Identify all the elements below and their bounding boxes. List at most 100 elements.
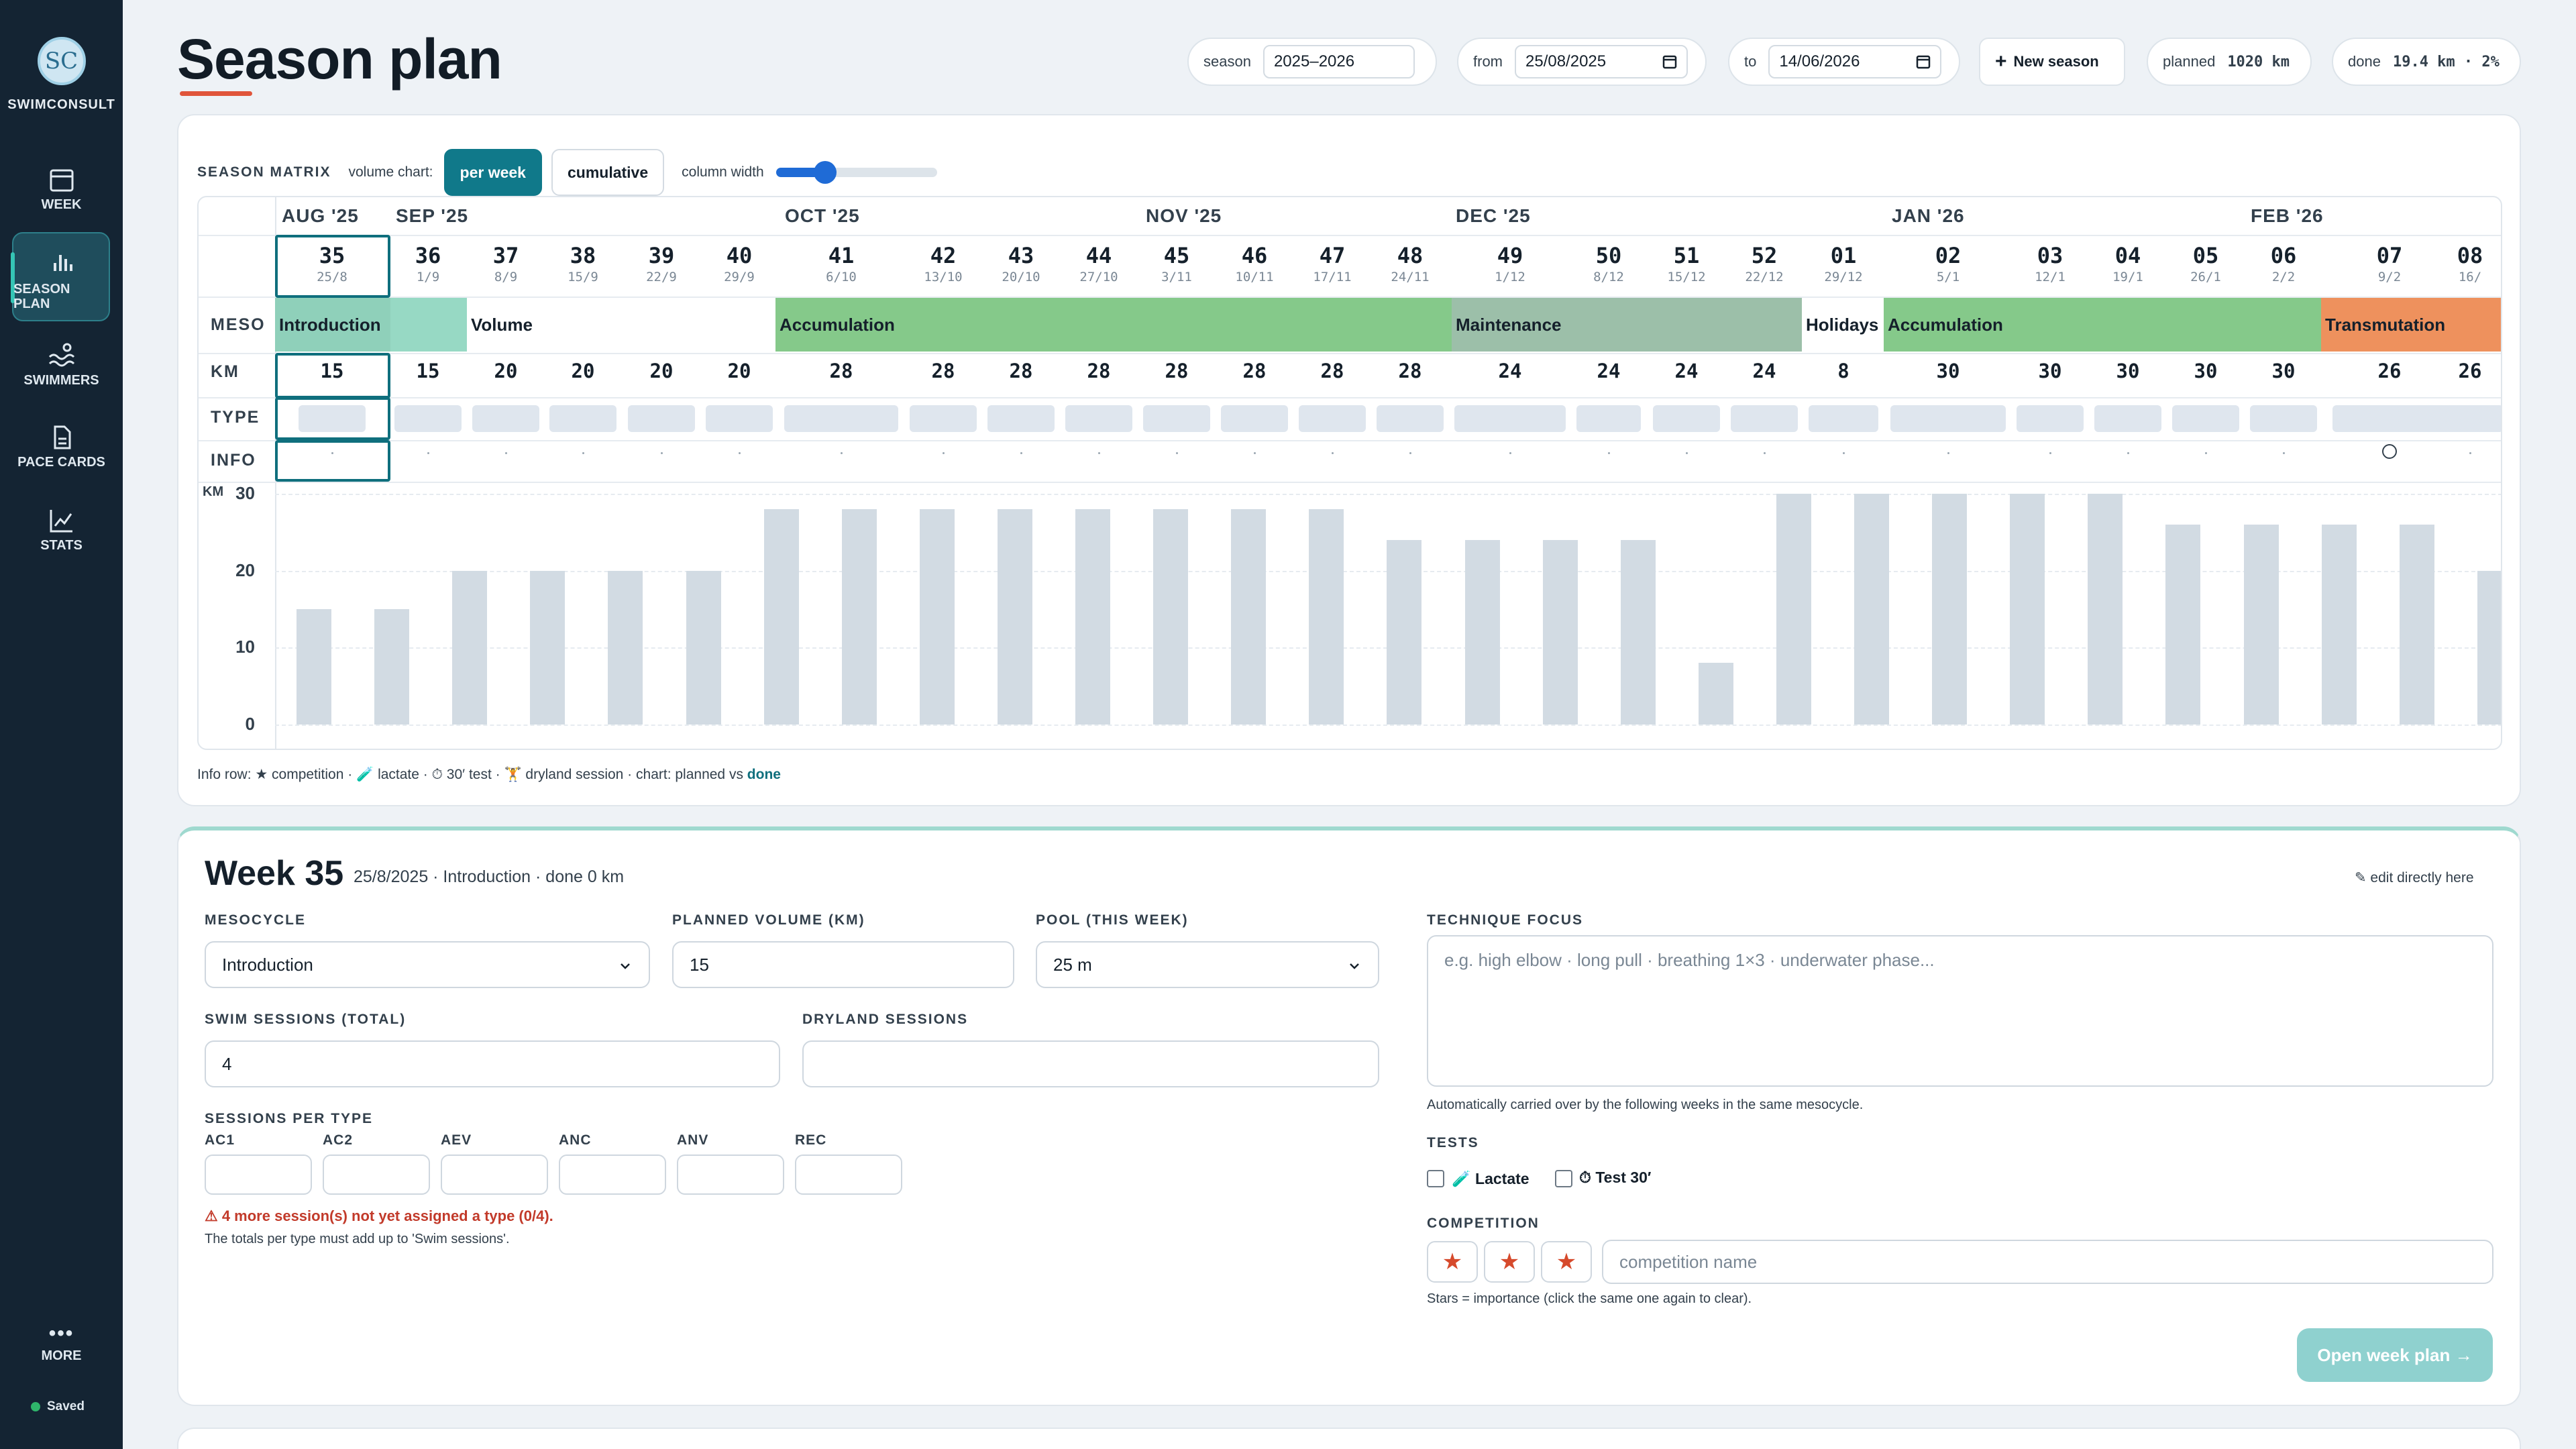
type-cell[interactable] (1454, 405, 1566, 432)
km-cell[interactable]: 20 (728, 360, 751, 382)
info-cell[interactable] (1409, 452, 1411, 454)
open-week-plan-button[interactable]: Open week plan → (2297, 1328, 2493, 1382)
type-input-aev[interactable] (441, 1155, 548, 1195)
star-2-button[interactable]: ★ (1484, 1241, 1535, 1283)
technique-textarea[interactable]: e.g. high elbow · long pull · breathing … (1427, 935, 2493, 1087)
km-cell[interactable]: 30 (2039, 360, 2062, 382)
km-cell[interactable]: 28 (1165, 360, 1189, 382)
test-30-checkbox[interactable] (1555, 1170, 1572, 1187)
km-cell[interactable]: 15 (417, 360, 440, 382)
week-header-43[interactable]: 43 20/10 (1002, 243, 1040, 284)
info-cell[interactable] (2049, 452, 2051, 454)
info-cell[interactable] (505, 452, 507, 454)
info-cell[interactable] (427, 452, 429, 454)
info-cell[interactable] (661, 452, 663, 454)
type-cell[interactable] (1143, 405, 1210, 432)
week-header-48[interactable]: 48 24/11 (1391, 243, 1429, 284)
type-cell[interactable] (987, 405, 1055, 432)
info-cell[interactable] (2283, 452, 2285, 454)
type-input-ac2[interactable] (323, 1155, 430, 1195)
meso-segment[interactable]: Transmutation (2321, 298, 2501, 352)
type-input-ac1[interactable] (205, 1155, 312, 1195)
week-header-47[interactable]: 47 17/11 (1313, 243, 1351, 284)
info-cell[interactable] (1686, 452, 1688, 454)
nav-week[interactable]: WEEK (0, 166, 123, 213)
meso-segment[interactable]: Maintenance (1452, 298, 1802, 352)
km-cell[interactable]: 24 (1675, 360, 1699, 382)
nav-pace-cards[interactable]: PACE CARDS (0, 424, 123, 470)
week-header-36[interactable]: 36 1/9 (415, 243, 441, 284)
type-cell[interactable] (1731, 405, 1798, 432)
week-header-06[interactable]: 06 2/2 (2271, 243, 2297, 284)
info-cell[interactable] (2205, 452, 2207, 454)
info-cell[interactable] (1176, 452, 1178, 454)
week-header-08[interactable]: 08 16/ (2457, 243, 2483, 284)
km-cell[interactable]: 28 (932, 360, 955, 382)
km-cell[interactable]: 28 (1321, 360, 1344, 382)
mesocycle-select[interactable]: Introduction (205, 941, 650, 988)
type-cell[interactable] (1653, 405, 1720, 432)
km-cell[interactable]: 28 (1087, 360, 1111, 382)
new-season-button[interactable]: + New season (1979, 38, 2125, 86)
week-header-38[interactable]: 38 15/9 (568, 243, 598, 284)
type-cell[interactable] (2436, 405, 2501, 432)
type-cell[interactable] (2172, 405, 2239, 432)
week-header-41[interactable]: 41 6/10 (826, 243, 857, 284)
nav-swimmers[interactable]: SWIMMERS (0, 342, 123, 388)
info-cell[interactable] (841, 452, 843, 454)
info-cell[interactable] (582, 452, 584, 454)
info-cell[interactable] (1254, 452, 1256, 454)
week-header-37[interactable]: 37 8/9 (493, 243, 519, 284)
meso-segment[interactable]: Holidays (1802, 298, 1884, 352)
logo[interactable]: SC (37, 37, 86, 85)
info-cell[interactable] (943, 452, 945, 454)
pool-select[interactable]: 25 m (1036, 941, 1379, 988)
type-input-rec[interactable] (795, 1155, 902, 1195)
type-cell[interactable] (910, 405, 977, 432)
km-cell[interactable]: 30 (2194, 360, 2218, 382)
dryland-sessions-input[interactable] (802, 1040, 1379, 1087)
selected-km-cell[interactable] (275, 353, 390, 398)
km-cell[interactable]: 20 (494, 360, 518, 382)
info-cell[interactable] (739, 452, 741, 454)
km-cell[interactable]: 28 (830, 360, 853, 382)
km-cell[interactable]: 8 (1837, 360, 1849, 382)
info-cell[interactable] (1509, 452, 1511, 454)
nav-season-plan[interactable]: SEASON PLAN (11, 232, 110, 321)
star-3-button[interactable]: ★ (1541, 1241, 1592, 1283)
info-cell[interactable] (1020, 452, 1022, 454)
type-cell[interactable] (1576, 405, 1641, 432)
km-cell[interactable]: 20 (572, 360, 595, 382)
season-select[interactable]: 2025–2026 (1263, 45, 1415, 78)
km-cell[interactable]: 30 (2116, 360, 2140, 382)
km-cell[interactable]: 24 (1597, 360, 1621, 382)
week-header-44[interactable]: 44 27/10 (1079, 243, 1118, 284)
week-header-05[interactable]: 05 26/1 (2190, 243, 2221, 284)
cumulative-toggle[interactable]: cumulative (551, 149, 665, 196)
type-cell[interactable] (1890, 405, 2006, 432)
km-cell[interactable]: 30 (1937, 360, 1960, 382)
type-cell[interactable] (784, 405, 898, 432)
km-cell[interactable]: 30 (2272, 360, 2296, 382)
column-width-slider[interactable] (775, 161, 937, 184)
info-cell[interactable] (1608, 452, 1610, 454)
type-cell[interactable] (1377, 405, 1444, 432)
week-header-07[interactable]: 07 9/2 (2377, 243, 2403, 284)
stopwatch-icon[interactable] (2382, 444, 2397, 459)
type-cell[interactable] (1221, 405, 1288, 432)
week-header-03[interactable]: 03 12/1 (2035, 243, 2065, 284)
planned-volume-input[interactable]: 15 (672, 941, 1014, 988)
km-cell[interactable]: 28 (1243, 360, 1267, 382)
info-cell[interactable] (2469, 452, 2471, 454)
week-header-51[interactable]: 51 15/12 (1667, 243, 1705, 284)
type-input-anc[interactable] (559, 1155, 666, 1195)
info-cell[interactable] (1947, 452, 1949, 454)
week-header-04[interactable]: 04 19/1 (2112, 243, 2143, 284)
type-cell[interactable] (1809, 405, 1878, 432)
selected-info-cell[interactable] (275, 440, 390, 482)
info-cell[interactable] (1764, 452, 1766, 454)
km-cell[interactable]: 20 (650, 360, 674, 382)
swim-sessions-input[interactable]: 4 (205, 1040, 780, 1087)
meso-segment[interactable]: Accumulation (1884, 298, 2321, 352)
type-cell[interactable] (2332, 405, 2447, 432)
